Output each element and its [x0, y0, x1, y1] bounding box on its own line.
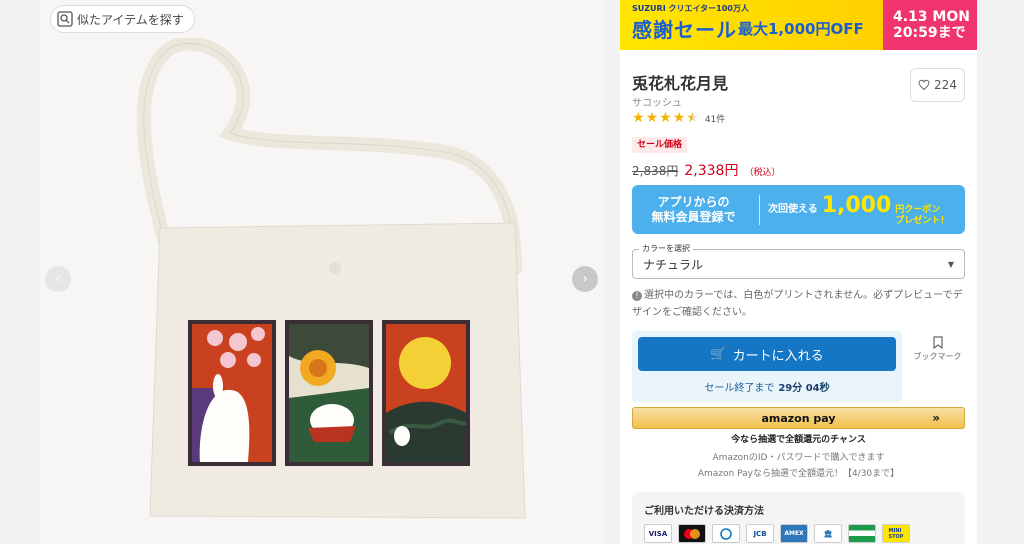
jcb-icon: JCB — [746, 524, 774, 543]
coupon-line1: アプリからの — [657, 194, 730, 209]
star-icon: ★ — [645, 110, 659, 126]
banner-time: 20:59まで — [893, 25, 966, 41]
sale-timer-label: セール終了まで — [704, 383, 775, 394]
banner-discount: 最大1,000円OFF — [738, 20, 864, 38]
sale-banner[interactable]: SUZURI クリエイター100万人 感謝セール 最大1,000円OFF 4.1… — [620, 0, 977, 50]
banner-date: 4.13 MON — [893, 9, 970, 25]
product-page: 似たアイテムを探す ‹ › SUZURI クリエイター100万人 感謝セール 最… — [0, 0, 1024, 544]
original-price: 2,838円 — [632, 164, 679, 178]
sale-price: 2,338円 — [684, 163, 739, 179]
star-icon: ★ — [632, 110, 645, 126]
app-coupon-banner[interactable]: アプリからの 無料会員登録で 次回使える 1,000 円クーポン プレゼント！ — [632, 185, 965, 234]
product-type: サコッシュ — [632, 98, 682, 109]
star-icon: ★ — [659, 110, 672, 126]
sale-timer-value: 29分 04秒 — [778, 383, 830, 394]
banner-brand: SUZURI クリエイター100万人 — [632, 4, 749, 13]
color-select-value: ナチュラル — [643, 257, 704, 272]
coupon-unit-gift: 円クーポン プレゼント！ — [895, 205, 949, 227]
half-star-icon: ★ — [686, 110, 699, 126]
color-select[interactable]: カラーを選択 ナチュラル ▼ — [632, 243, 965, 279]
product-title: 兎花札花月見 — [632, 74, 729, 93]
payment-title: ご利用いただける決済方法 — [644, 506, 764, 517]
sale-timer: セール終了まで 29分 04秒 — [632, 379, 902, 394]
bank-transfer-icon: 🏛 — [814, 524, 842, 543]
tax-note: （税込） — [744, 168, 781, 178]
chevron-left-icon: ‹ — [55, 271, 61, 287]
color-select-label: カラーを選択 — [639, 243, 693, 254]
coupon-amount: 1,000 — [821, 192, 892, 218]
sale-banner-deadline: 4.13 MON 20:59まで — [883, 0, 977, 50]
coupon-line2: 無料会員登録で — [651, 209, 736, 224]
yucho-icon — [848, 524, 876, 543]
amazon-pay-label: amazon pay — [761, 411, 836, 425]
coupon-unit: 円クーポン — [895, 204, 941, 215]
product-gallery: 似たアイテムを探す ‹ › — [40, 0, 604, 544]
diners-icon — [712, 524, 740, 543]
add-to-cart-label: カートに入れる — [732, 348, 824, 364]
ministop-icon: MINI STOP — [882, 524, 910, 543]
favorite-button[interactable]: 224 — [910, 68, 965, 102]
double-chevron-right-icon: » — [932, 411, 940, 425]
image-search-icon — [57, 11, 73, 27]
sale-price-badge: セール価格 — [632, 137, 688, 153]
amazon-note-2: Amazon Payなら抽選で全額還元！【4/30まで】 — [697, 469, 900, 479]
find-similar-label: 似たアイテムを探す — [77, 12, 184, 27]
amazon-pay-button[interactable]: amazon pay » — [632, 407, 965, 429]
info-icon: ! — [632, 291, 642, 301]
coupon-lead: アプリからの 無料会員登録で — [632, 194, 760, 225]
product-image — [136, 38, 526, 519]
print-notice: ! 選択中のカラーでは、白色がプリントされません。必ずプレビューでデザインをご確認… — [632, 287, 965, 321]
product-info-panel: SUZURI クリエイター100万人 感謝セール 最大1,000円OFF 4.1… — [620, 0, 977, 544]
coupon-right-lead: 次回使える — [768, 203, 818, 215]
amazon-campaign: 今なら抽選で全額還元のチャンス — [731, 435, 866, 445]
find-similar-button[interactable]: 似たアイテムを探す — [50, 5, 195, 33]
banner-headline: 感謝セール — [632, 18, 737, 42]
add-to-cart-button[interactable]: 🛒 カートに入れる — [638, 337, 896, 371]
review-count: 41件 — [704, 114, 726, 125]
gallery-prev-button[interactable]: ‹ — [45, 266, 71, 292]
bookmark-label: ブックマーク — [913, 352, 962, 361]
heart-icon — [918, 79, 930, 91]
amex-icon: AMEX — [780, 524, 808, 543]
caret-down-icon: ▼ — [947, 259, 954, 269]
coupon-offer: 次回使える 1,000 円クーポン プレゼント！ — [760, 193, 949, 227]
price-row: 2,838円 2,338円 （税込） — [632, 160, 780, 180]
payment-icons: VISA JCB AMEX 🏛 MINI STOP — [644, 524, 953, 543]
sale-banner-main: SUZURI クリエイター100万人 感謝セール 最大1,000円OFF — [620, 0, 883, 50]
bookmark-icon — [932, 336, 943, 349]
right-gutter — [977, 0, 1024, 544]
gallery-next-button[interactable]: › — [572, 266, 598, 292]
cart-icon: 🛒 — [710, 346, 727, 362]
favorite-count: 224 — [934, 78, 957, 92]
mastercard-icon — [678, 524, 706, 543]
coupon-gift: プレゼント！ — [895, 215, 950, 226]
print-notice-text: 選択中のカラーでは、白色がプリントされません。必ずプレビューでデザインをご確認く… — [632, 290, 963, 318]
visa-icon: VISA — [644, 524, 672, 543]
mid-gutter — [604, 0, 620, 544]
payment-methods: ご利用いただける決済方法 VISA JCB AMEX 🏛 MINI STOP — [632, 492, 965, 544]
chevron-right-icon: › — [582, 271, 588, 287]
cart-box: 🛒 カートに入れる セール終了まで 29分 04秒 — [632, 331, 902, 402]
star-icon: ★ — [672, 110, 686, 126]
rating-stars[interactable]: ★ ★ ★ ★ ★ 41件 — [632, 110, 725, 126]
bookmark-button[interactable]: ブックマーク — [910, 336, 965, 362]
amazon-note-1: AmazonのID・パスワードで購入できます — [712, 453, 885, 463]
left-gutter — [0, 0, 40, 544]
